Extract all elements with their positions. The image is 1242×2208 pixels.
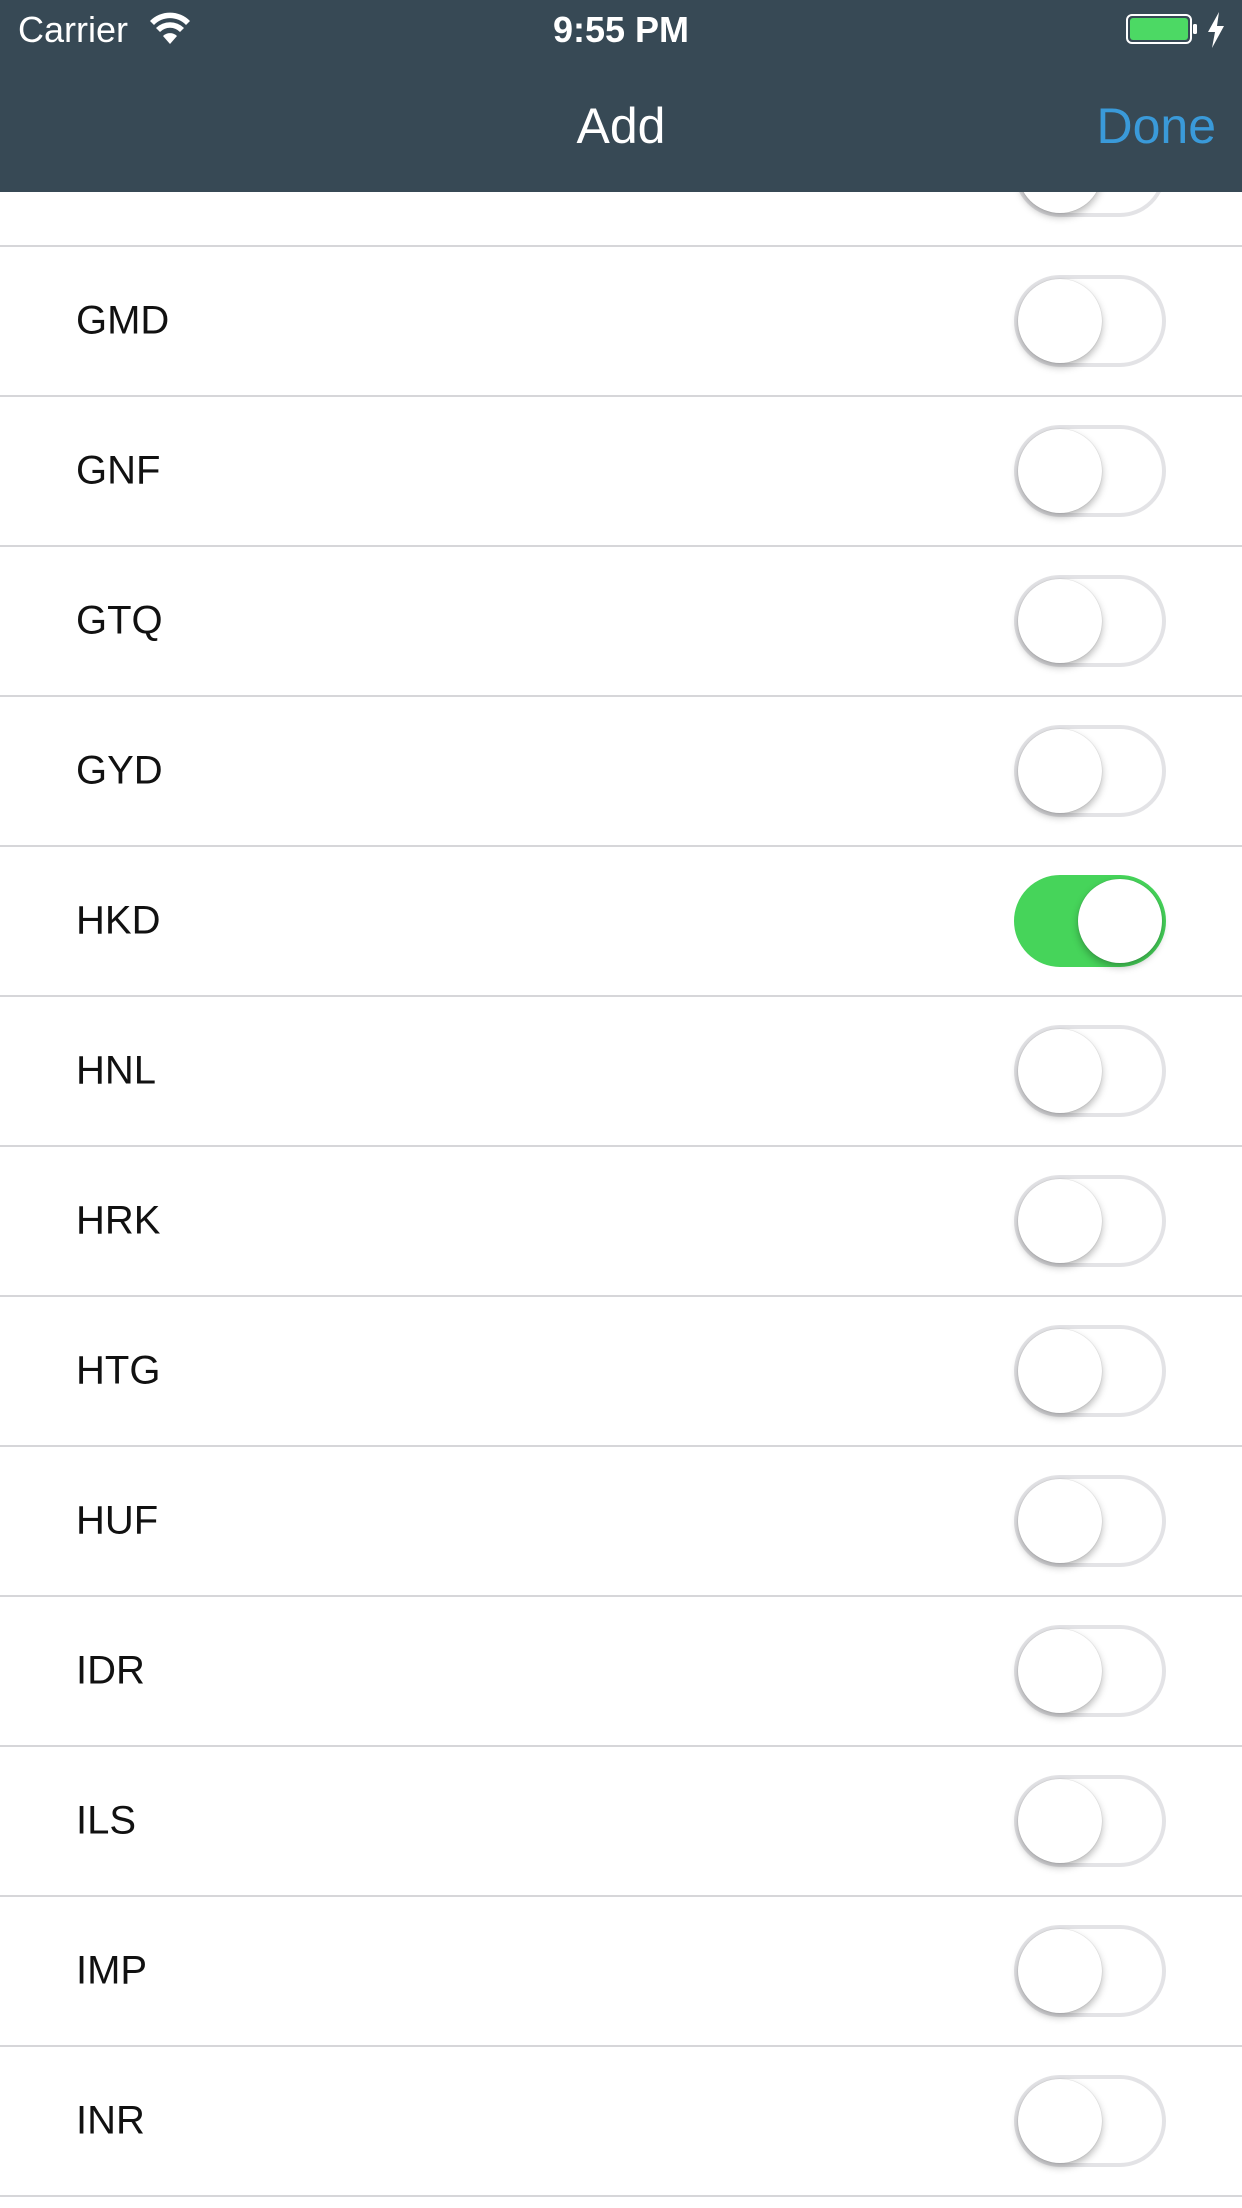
currency-toggle[interactable]: [1014, 1475, 1166, 1567]
currency-code: GTQ: [76, 598, 163, 643]
currency-code: GYD: [76, 748, 163, 793]
toggle-knob: [1018, 2079, 1102, 2163]
currency-row: HRK: [0, 1147, 1242, 1297]
currency-toggle[interactable]: [1014, 1175, 1166, 1267]
currency-row: INR: [0, 2047, 1242, 2197]
currency-row: GMD: [0, 247, 1242, 397]
currency-toggle[interactable]: [1014, 275, 1166, 367]
page-title: Add: [576, 98, 666, 154]
currency-toggle[interactable]: [1014, 1925, 1166, 2017]
currency-row: GTQ: [0, 547, 1242, 697]
toggle-knob: [1018, 429, 1102, 513]
toggle-knob: [1018, 1779, 1102, 1863]
currency-toggle[interactable]: [1014, 1625, 1166, 1717]
currency-toggle[interactable]: [1014, 2075, 1166, 2167]
navigation-bar: Carrier 9:55 PM Add Done: [0, 0, 1242, 192]
currency-row: GNF: [0, 397, 1242, 547]
currency-row: HNL: [0, 997, 1242, 1147]
currency-code: IMP: [76, 1948, 148, 1993]
currency-code: ILS: [76, 1798, 137, 1843]
currency-toggle[interactable]: [1014, 575, 1166, 667]
currency-row: HTG: [0, 1297, 1242, 1447]
currency-row: HKD: [0, 847, 1242, 997]
currency-code: INR: [76, 2098, 145, 2143]
currency-code: HRK: [76, 1198, 161, 1243]
battery-icon: [1126, 14, 1197, 44]
toggle-knob: [1018, 1629, 1102, 1713]
currency-code: HUF: [76, 1498, 159, 1543]
status-time: 9:55 PM: [552, 9, 690, 50]
currency-code: IDR: [76, 1648, 145, 1693]
currency-row: IDR: [0, 1597, 1242, 1747]
currency-toggle[interactable]: [1014, 1325, 1166, 1417]
toggle-knob: [1018, 1029, 1102, 1113]
currency-row: GYD: [0, 697, 1242, 847]
currency-code: GMD: [76, 298, 170, 343]
currency-toggle[interactable]: [1014, 725, 1166, 817]
currency-toggle[interactable]: [1014, 1025, 1166, 1117]
currency-row: HUF: [0, 1447, 1242, 1597]
charging-icon: [1208, 12, 1224, 48]
status-bar: Carrier 9:55 PM: [0, 0, 1242, 60]
done-button[interactable]: Done: [1096, 96, 1216, 156]
toggle-knob: [1018, 279, 1102, 363]
toggle-knob: [1018, 1179, 1102, 1263]
toggle-knob: [1018, 729, 1102, 813]
toggle-knob: [1018, 1929, 1102, 2013]
toggle-knob: [1018, 1479, 1102, 1563]
toggle-knob: [1078, 879, 1162, 963]
toggle-knob: [1018, 579, 1102, 663]
currency-code: HTG: [76, 1348, 161, 1393]
currency-toggle[interactable]: [1014, 425, 1166, 517]
currency-row: ILS: [0, 1747, 1242, 1897]
currency-list: GMD GNF GTQ GYD HKD HNL HRK HTG HUF IDR …: [0, 97, 1242, 2197]
currency-code: GNF: [76, 448, 161, 493]
currency-code: HKD: [76, 898, 161, 943]
toggle-knob: [1018, 1329, 1102, 1413]
currency-toggle[interactable]: [1014, 1775, 1166, 1867]
currency-toggle[interactable]: [1014, 875, 1166, 967]
currency-row: IMP: [0, 1897, 1242, 2047]
currency-code: HNL: [76, 1048, 157, 1093]
